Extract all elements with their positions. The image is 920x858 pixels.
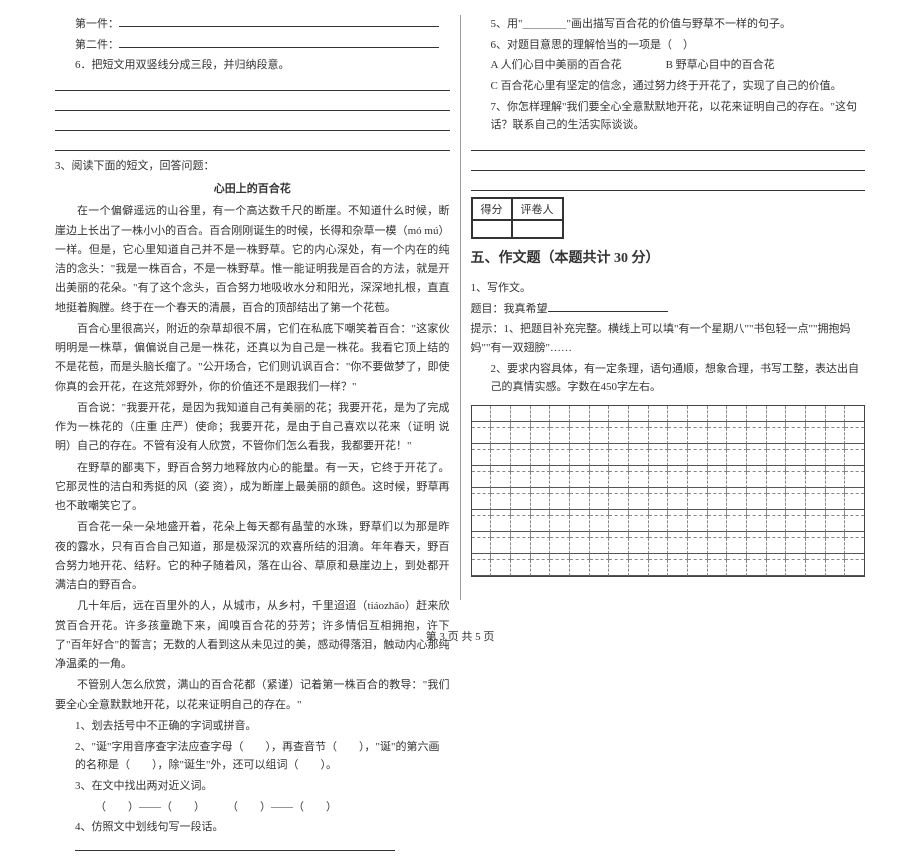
- item-first: 第一件：: [75, 15, 450, 34]
- essay-p7: 不管别人怎么欣赏，满山的百合花都（紧谨）记着第一株百合的教导："我们要全心全意默…: [55, 676, 450, 715]
- option-a: A 人们心目中美丽的百合花 B 野草心目中的百合花: [491, 56, 866, 75]
- option-c: C 百合花心里有坚定的信念，通过努力终于开花了，实现了自己的价值。: [491, 77, 866, 96]
- writing-hint: 提示：1、把题目补充完整。横线上可以填"有一个星期八""书包轻一点""拥抱妈妈"…: [471, 320, 866, 357]
- blank-line[interactable]: [471, 177, 866, 191]
- subq-7: 7、你怎样理解"我们要全心全意默默地开花，以花来证明自己的存在。"这句话？联系自…: [491, 98, 866, 135]
- blank-inline[interactable]: [75, 839, 450, 858]
- subq-1: 1、划去括号中不正确的字词或拼音。: [75, 717, 450, 736]
- blank-line[interactable]: [55, 117, 450, 131]
- reviewer-value[interactable]: [512, 220, 563, 238]
- label-first: 第一件：: [75, 18, 119, 30]
- blank-line[interactable]: [471, 137, 866, 151]
- left-column: 第一件： 第二件： 6．把短文用双竖线分成三段，并归纳段意。 3、阅读下面的短文…: [45, 15, 461, 600]
- q3-title: 3、阅读下面的短文，回答问题：: [55, 157, 450, 176]
- writing-topic: 题目：我真希望: [471, 300, 866, 319]
- blank-first[interactable]: [119, 15, 439, 27]
- topic-label: 题目：我真希望: [471, 303, 548, 315]
- q6: 6．把短文用双竖线分成三段，并归纳段意。: [75, 56, 450, 75]
- subq-3-line: （ ）——（ ） （ ）——（ ）: [95, 798, 450, 817]
- score-value[interactable]: [472, 220, 512, 238]
- blank-line[interactable]: [471, 157, 866, 171]
- essay-p1: 在一个偏僻遥远的山谷里，有一个高达数千尺的断崖。不知道什么时候，断崖边上长出了一…: [55, 202, 450, 318]
- page-footer: 第 3 页 共 5 页: [0, 628, 920, 644]
- label-second: 第二件：: [75, 39, 119, 51]
- writing-q1: 1、写作文。: [471, 279, 866, 298]
- composition-grid[interactable]: [471, 405, 866, 577]
- section-5-title: 五、作文题（本题共计 30 分）: [471, 247, 866, 271]
- right-column: 5、用"＿＿＿＿"画出描写百合花的价值与野草不一样的句子。 6、对题目意思的理解…: [461, 15, 876, 600]
- blank-line[interactable]: [55, 137, 450, 151]
- blank-line[interactable]: [55, 77, 450, 91]
- subq-4: 4、仿照文中划线句写一段话。: [75, 818, 450, 837]
- subq-5: 5、用"＿＿＿＿"画出描写百合花的价值与野草不一样的句子。: [491, 15, 866, 34]
- score-box: 得分 评卷人: [471, 197, 564, 239]
- essay-p4: 在野草的鄙夷下，野百合努力地释放内心的能量。有一天，它终于开花了。它那灵性的洁白…: [55, 459, 450, 517]
- item-second: 第二件：: [75, 36, 450, 55]
- topic-blank[interactable]: [548, 300, 668, 312]
- essay-p3: 百合说："我要开花，是因为我知道自己有美丽的花；我要开花，是为了完成作为一株花的…: [55, 399, 450, 457]
- essay-title: 心田上的百合花: [55, 180, 450, 199]
- subq-6: 6、对题目意思的理解恰当的一项是（ ）: [491, 36, 866, 55]
- score-label: 得分: [472, 198, 512, 220]
- essay-p2: 百合心里很高兴，附近的杂草却很不屑，它们在私底下嘲笑着百合："这家伙明明是一株草…: [55, 320, 450, 397]
- writing-req: 2、要求内容具体，有一定条理，语句通顺，想象合理，书写工整，表达出自己的真情实感…: [491, 360, 866, 397]
- blank-line[interactable]: [55, 97, 450, 111]
- essay-p5: 百合花一朵一朵地盛开着，花朵上每天都有晶莹的水珠，野草们以为那是昨夜的露水，只有…: [55, 518, 450, 595]
- subq-2: 2、"诞"字用音序查字法应查字母（ ），再查音节（ ），"诞"的第六画的名称是（…: [75, 738, 450, 775]
- subq-3: 3、在文中找出两对近义词。: [75, 777, 450, 796]
- reviewer-label: 评卷人: [512, 198, 563, 220]
- blank-second[interactable]: [119, 36, 439, 48]
